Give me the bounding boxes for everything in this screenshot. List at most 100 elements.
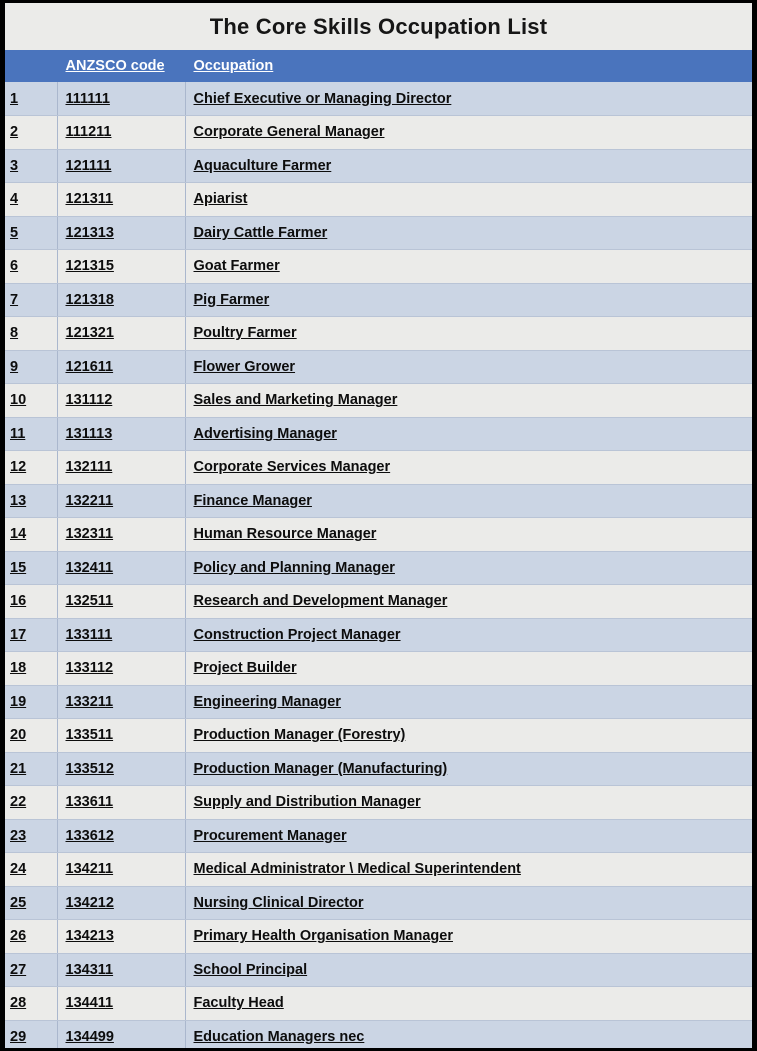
table-row[interactable]: 11 131113 Advertising Manager — [5, 417, 752, 451]
table-row[interactable]: 14 132311 Human Resource Manager — [5, 517, 752, 552]
table-row[interactable]: 18 133112 Project Builder — [5, 651, 752, 686]
page-title-bar: The Core Skills Occupation List — [5, 3, 752, 50]
row-index-cell: 19 — [5, 685, 58, 719]
anzsco-code-cell[interactable]: 111111 — [57, 82, 186, 116]
table-row[interactable]: 9 121611 Flower Grower — [5, 350, 752, 384]
anzsco-code-cell[interactable]: 121313 — [57, 216, 186, 250]
table-row[interactable]: 17 133111 Construction Project Manager — [5, 618, 752, 652]
table-row[interactable]: 22 133611 Supply and Distribution Manager — [5, 785, 752, 820]
table-row[interactable]: 28 134411 Faculty Head — [5, 986, 752, 1021]
table-row[interactable]: 6 121315 Goat Farmer — [5, 249, 752, 284]
occupation-cell[interactable]: Apiarist — [185, 182, 752, 217]
anzsco-code-cell[interactable]: 121318 — [57, 283, 186, 317]
column-header-index[interactable] — [5, 50, 58, 82]
anzsco-code-cell[interactable]: 121611 — [57, 350, 186, 384]
row-index-cell: 25 — [5, 886, 58, 920]
anzsco-code-cell[interactable]: 131112 — [57, 383, 186, 418]
anzsco-code-cell[interactable]: 121321 — [57, 316, 186, 351]
occupation-cell[interactable]: Poultry Farmer — [185, 316, 752, 351]
anzsco-code-cell[interactable]: 134411 — [57, 986, 186, 1021]
row-index-cell: 9 — [5, 350, 58, 384]
occupation-cell[interactable]: Human Resource Manager — [185, 517, 752, 552]
occupation-cell[interactable]: Sales and Marketing Manager — [185, 383, 752, 418]
anzsco-code-cell[interactable]: 133512 — [57, 752, 186, 786]
row-index-cell: 11 — [5, 417, 58, 451]
table-row[interactable]: 25 134212 Nursing Clinical Director — [5, 886, 752, 920]
anzsco-code-cell[interactable]: 134212 — [57, 886, 186, 920]
occupation-cell[interactable]: Flower Grower — [185, 350, 752, 384]
anzsco-code-cell[interactable]: 121311 — [57, 182, 186, 217]
table-row[interactable]: 1 111111 Chief Executive or Managing Direc… — [5, 82, 752, 116]
occupation-cell[interactable]: Chief Executive or Managing Director — [185, 82, 752, 116]
row-index-cell: 5 — [5, 216, 58, 250]
occupation-cell[interactable]: Pig Farmer — [185, 283, 752, 317]
table-row[interactable]: 8 121321 Poultry Farmer — [5, 316, 752, 351]
occupation-cell[interactable]: Aquaculture Farmer — [185, 149, 752, 183]
anzsco-code-cell[interactable]: 133211 — [57, 685, 186, 719]
row-index-cell: 1 — [5, 82, 58, 116]
table-row[interactable]: 10 131112 Sales and Marketing Manager — [5, 383, 752, 418]
occupation-cell[interactable]: Primary Health Organisation Manager — [185, 919, 752, 954]
anzsco-code-cell[interactable]: 132211 — [57, 484, 186, 518]
table-row[interactable]: 27 134311 School Principal — [5, 953, 752, 987]
table-row[interactable]: 15 132411 Policy and Planning Manager — [5, 551, 752, 585]
occupation-cell[interactable]: Construction Project Manager — [185, 618, 752, 652]
occupation-cell[interactable]: Engineering Manager — [185, 685, 752, 719]
table-row[interactable]: 24 134211 Medical Administrator \ Medical … — [5, 852, 752, 887]
occupation-cell[interactable]: Advertising Manager — [185, 417, 752, 451]
occupation-cell[interactable]: Supply and Distribution Manager — [185, 785, 752, 820]
occupation-cell[interactable]: Procurement Manager — [185, 819, 752, 853]
occupation-cell[interactable]: Policy and Planning Manager — [185, 551, 752, 585]
table-row[interactable]: 3 121111 Aquaculture Farmer — [5, 149, 752, 183]
occupation-cell[interactable]: Faculty Head — [185, 986, 752, 1021]
occupation-cell[interactable]: Dairy Cattle Farmer — [185, 216, 752, 250]
row-index-cell: 21 — [5, 752, 58, 786]
anzsco-code-cell[interactable]: 133611 — [57, 785, 186, 820]
occupation-cell[interactable]: Medical Administrator \ Medical Superint… — [185, 852, 752, 887]
row-index-cell: 3 — [5, 149, 58, 183]
table-row[interactable]: 21 133512 Production Manager (Manufacturin… — [5, 752, 752, 786]
table-row[interactable]: 20 133511 Production Manager (Forestry) — [5, 718, 752, 753]
occupation-cell[interactable]: Nursing Clinical Director — [185, 886, 752, 920]
row-index-cell: 16 — [5, 584, 58, 619]
table-row[interactable]: 23 133612 Procurement Manager — [5, 819, 752, 853]
occupation-cell[interactable]: Corporate Services Manager — [185, 450, 752, 485]
column-header-occupation[interactable]: Occupation — [185, 50, 752, 82]
occupation-cell[interactable]: Production Manager (Forestry) — [185, 718, 752, 753]
table-row[interactable]: 5 121313 Dairy Cattle Farmer — [5, 216, 752, 250]
occupation-cell[interactable]: Finance Manager — [185, 484, 752, 518]
anzsco-code-cell[interactable]: 111211 — [57, 115, 186, 150]
occupation-cell[interactable]: Goat Farmer — [185, 249, 752, 284]
table-row[interactable]: 2 111211 Corporate General Manager — [5, 115, 752, 150]
column-header-anzsco-code[interactable]: ANZSCO code — [57, 50, 186, 82]
table-row[interactable]: 29 134499 Education Managers nec — [5, 1020, 752, 1048]
anzsco-code-cell[interactable]: 133111 — [57, 618, 186, 652]
occupation-cell[interactable]: Corporate General Manager — [185, 115, 752, 150]
anzsco-code-cell[interactable]: 132111 — [57, 450, 186, 485]
anzsco-code-cell[interactable]: 134499 — [57, 1020, 186, 1048]
anzsco-code-cell[interactable]: 134311 — [57, 953, 186, 987]
anzsco-code-cell[interactable]: 133511 — [57, 718, 186, 753]
occupation-cell[interactable]: Production Manager (Manufacturing) — [185, 752, 752, 786]
anzsco-code-cell[interactable]: 132511 — [57, 584, 186, 619]
table-row[interactable]: 13 132211 Finance Manager — [5, 484, 752, 518]
occupation-cell[interactable]: School Principal — [185, 953, 752, 987]
anzsco-code-cell[interactable]: 132311 — [57, 517, 186, 552]
occupation-cell[interactable]: Research and Development Manager — [185, 584, 752, 619]
occupation-cell[interactable]: Project Builder — [185, 651, 752, 686]
table-row[interactable]: 7 121318 Pig Farmer — [5, 283, 752, 317]
anzsco-code-cell[interactable]: 132411 — [57, 551, 186, 585]
occupation-cell[interactable]: Education Managers nec — [185, 1020, 752, 1048]
anzsco-code-cell[interactable]: 134213 — [57, 919, 186, 954]
table-row[interactable]: 4 121311 Apiarist — [5, 182, 752, 217]
anzsco-code-cell[interactable]: 134211 — [57, 852, 186, 887]
table-row[interactable]: 26 134213 Primary Health Organisation Mana… — [5, 919, 752, 954]
anzsco-code-cell[interactable]: 133112 — [57, 651, 186, 686]
anzsco-code-cell[interactable]: 121111 — [57, 149, 186, 183]
anzsco-code-cell[interactable]: 121315 — [57, 249, 186, 284]
table-row[interactable]: 19 133211 Engineering Manager — [5, 685, 752, 719]
table-row[interactable]: 16 132511 Research and Development Manager — [5, 584, 752, 619]
table-row[interactable]: 12 132111 Corporate Services Manager — [5, 450, 752, 485]
anzsco-code-cell[interactable]: 131113 — [57, 417, 186, 451]
anzsco-code-cell[interactable]: 133612 — [57, 819, 186, 853]
